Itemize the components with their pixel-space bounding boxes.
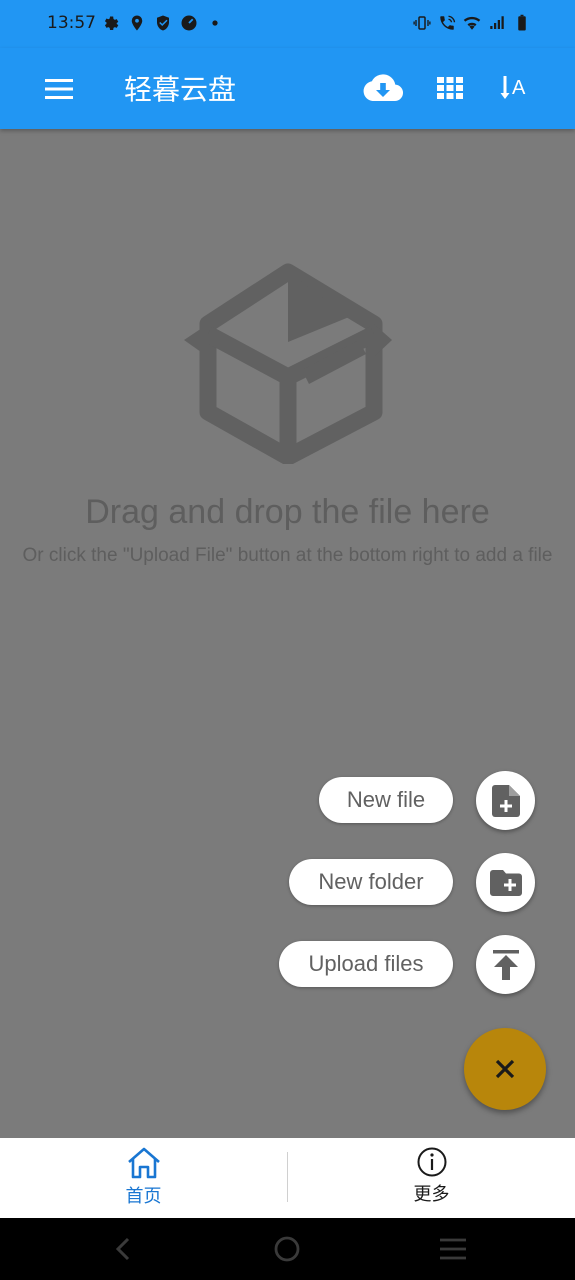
status-time: 13:57 <box>47 13 96 33</box>
bottom-nav: 首页 更多 <box>0 1138 575 1218</box>
new-folder-button[interactable] <box>476 853 535 912</box>
status-right-icons <box>413 14 531 32</box>
vibrate-icon <box>413 16 431 30</box>
grid-view-button[interactable] <box>430 68 470 108</box>
back-icon <box>115 1237 130 1261</box>
cloud-download-button[interactable] <box>363 68 403 108</box>
new-file-label[interactable]: New file <box>319 777 453 823</box>
menu-button[interactable] <box>40 70 78 108</box>
grid-view-icon <box>437 77 463 99</box>
nav-label-home: 首页 <box>125 1186 162 1207</box>
new-folder-label[interactable]: New folder <box>289 859 453 905</box>
sort-button[interactable]: A <box>495 68 535 108</box>
info-icon <box>417 1147 446 1177</box>
nav-item-more[interactable]: 更多 <box>288 1138 575 1218</box>
circle-home-icon <box>274 1236 300 1262</box>
new-file-icon <box>491 784 520 817</box>
recents-icon <box>440 1238 466 1260</box>
empty-state-subtitle: Or click the "Upload File" button at the… <box>22 545 553 566</box>
empty-box-icon <box>184 263 392 464</box>
battery-icon <box>518 14 526 31</box>
home-icon <box>127 1147 160 1179</box>
upload-icon <box>492 949 519 980</box>
app-bar: 轻暮云盘 A <box>0 48 575 129</box>
new-file-button[interactable] <box>476 771 535 830</box>
new-folder-icon <box>489 869 522 896</box>
location-icon <box>131 15 143 31</box>
cloud-download-icon <box>363 74 403 102</box>
upload-files-label[interactable]: Upload files <box>279 941 453 987</box>
system-nav-bar <box>0 1218 575 1280</box>
home-system-button[interactable] <box>272 1236 302 1262</box>
menu-icon <box>45 79 73 99</box>
nav-item-home[interactable]: 首页 <box>0 1138 287 1218</box>
wifi-call-icon <box>440 15 456 30</box>
dot-icon <box>212 20 218 26</box>
sort-alpha-icon: A <box>500 76 526 99</box>
signal-icon <box>490 16 504 29</box>
wifi-icon <box>463 16 481 30</box>
recents-button[interactable] <box>438 1236 468 1262</box>
status-bar: 13:57 <box>0 0 575 48</box>
gear-icon <box>104 16 119 30</box>
empty-state-title: Drag and drop the file here <box>85 493 490 531</box>
close-fab-button[interactable] <box>464 1028 546 1110</box>
nav-label-more: 更多 <box>413 1184 450 1205</box>
close-icon <box>495 1059 515 1079</box>
shield-icon <box>157 15 169 31</box>
speed-icon <box>181 15 197 31</box>
status-left-icons <box>102 14 224 32</box>
app-title: 轻暮云盘 <box>124 73 237 106</box>
svg-text:A: A <box>512 77 526 99</box>
back-button[interactable] <box>108 1236 138 1262</box>
upload-files-button[interactable] <box>476 935 535 994</box>
